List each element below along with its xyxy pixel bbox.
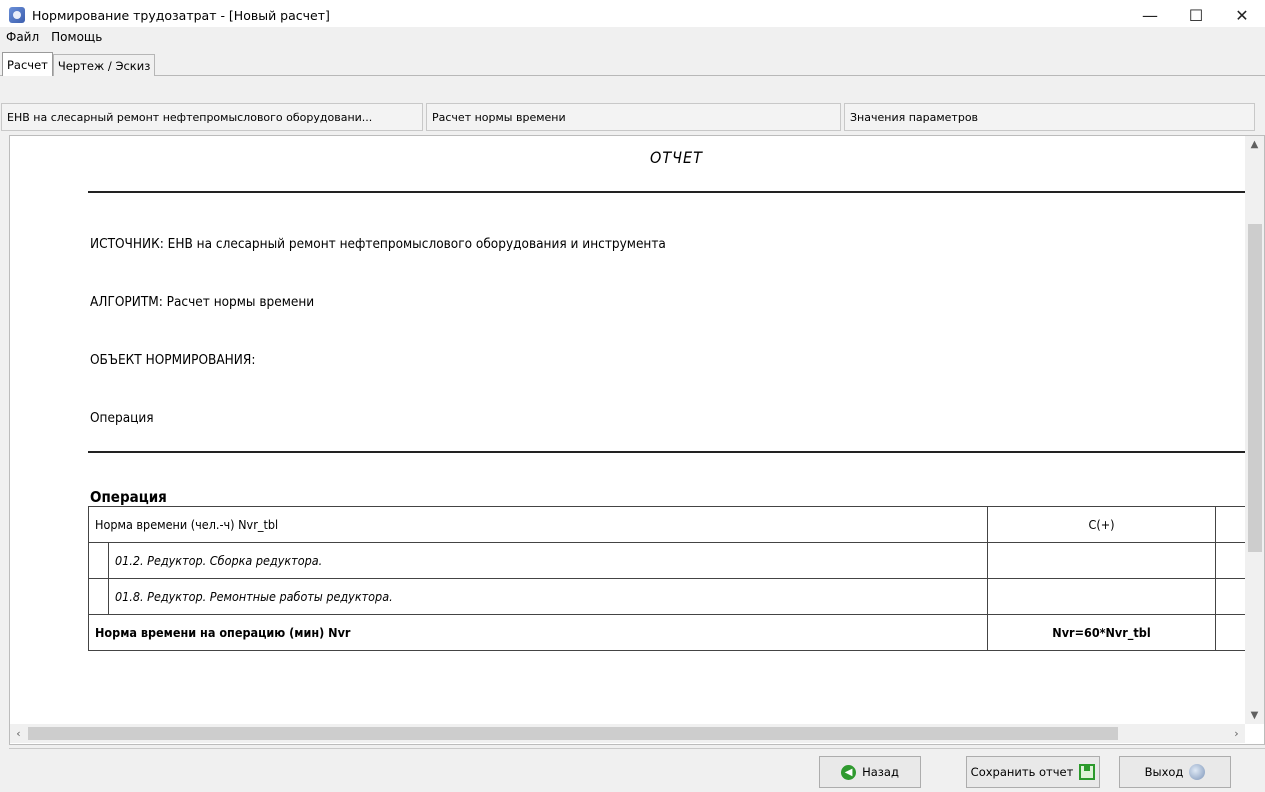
info-panels: ЕНВ на слесарный ремонт нефтепромысловог… xyxy=(1,103,1257,131)
report-source: ИСТОЧНИК: ЕНВ на слесарный ремонт нефтеп… xyxy=(90,236,666,252)
table-indent xyxy=(88,542,109,579)
table-footer-value: Nvr=60*Nvr_tbl xyxy=(987,614,1216,651)
tab-calculation[interactable]: Расчет xyxy=(2,52,53,76)
menu-bar: Файл Помощь xyxy=(0,27,1265,47)
report-object-value: Операция xyxy=(90,410,154,426)
table-footer-row: Норма времени на операцию (мин) Nvr Nvr=… xyxy=(88,614,1245,651)
horizontal-scroll-thumb[interactable] xyxy=(28,727,1118,740)
exit-icon xyxy=(1189,764,1206,780)
table-row-value xyxy=(987,578,1216,615)
app-window: Нормирование трудозатрат - [Новый расчет… xyxy=(0,0,1265,792)
table-indent xyxy=(88,578,109,615)
tab-drawing[interactable]: Чертеж / Эскиз xyxy=(52,54,156,76)
exit-button-label: Выход xyxy=(1144,765,1184,779)
menu-help[interactable]: Помощь xyxy=(45,30,108,44)
table-header-value: C(+) xyxy=(987,506,1216,543)
divider xyxy=(88,191,1245,193)
table-row: 01.2. Редуктор. Сборка редуктора. xyxy=(88,542,1245,579)
algorithm-panel[interactable]: Расчет нормы времени xyxy=(426,103,841,131)
save-disk-icon xyxy=(1079,764,1096,780)
close-button[interactable]: ✕ xyxy=(1219,0,1265,30)
back-button[interactable]: ◀ Назад xyxy=(819,756,921,788)
scroll-up-icon[interactable]: ▲ xyxy=(1245,136,1264,153)
table-footer-label: Норма времени на операцию (мин) Nvr xyxy=(88,614,988,651)
tab-strip-line xyxy=(0,75,1265,76)
report-viewer: ОТЧЕТ ИСТОЧНИК: ЕНВ на слесарный ремонт … xyxy=(9,135,1265,745)
report-content: ОТЧЕТ ИСТОЧНИК: ЕНВ на слесарный ремонт … xyxy=(10,136,1245,724)
table-header-row: Норма времени (чел.-ч) Nvr_tbl C(+) xyxy=(88,506,1245,543)
section-title: Операция xyxy=(90,488,167,506)
table-cell xyxy=(1215,614,1245,651)
table-row: 01.8. Редуктор. Ремонтные работы редукто… xyxy=(88,578,1245,615)
save-button-label: Сохранить отчет xyxy=(970,765,1074,779)
horizontal-scrollbar[interactable]: ‹ › xyxy=(10,724,1245,743)
report-object-label: ОБЪЕКТ НОРМИРОВАНИЯ: xyxy=(90,352,256,368)
table-header-label: Норма времени (чел.-ч) Nvr_tbl xyxy=(88,506,988,543)
operations-table: Норма времени (чел.-ч) Nvr_tbl C(+) 01.2… xyxy=(88,506,1245,651)
params-panel[interactable]: Значения параметров xyxy=(844,103,1255,131)
back-button-label: Назад xyxy=(862,765,899,779)
exit-button[interactable]: Выход xyxy=(1119,756,1231,788)
report-algorithm: АЛГОРИТМ: Расчет нормы времени xyxy=(90,294,315,310)
divider xyxy=(88,451,1245,453)
table-row-value xyxy=(987,542,1216,579)
table-row-label: 01.8. Редуктор. Ремонтные работы редукто… xyxy=(108,578,988,615)
scroll-right-icon[interactable]: › xyxy=(1228,724,1245,743)
report-title: ОТЧЕТ xyxy=(650,148,703,167)
scroll-down-icon[interactable]: ▼ xyxy=(1245,707,1264,724)
source-panel[interactable]: ЕНВ на слесарный ремонт нефтепромысловог… xyxy=(1,103,423,131)
app-icon xyxy=(9,7,25,23)
table-cell xyxy=(1215,542,1245,579)
minimize-button[interactable]: — xyxy=(1127,0,1173,30)
menu-file[interactable]: Файл xyxy=(0,30,45,44)
window-controls: — ☐ ✕ xyxy=(1127,0,1265,30)
vertical-scrollbar[interactable]: ▲ ▼ xyxy=(1245,136,1264,724)
vertical-scroll-thumb[interactable] xyxy=(1248,224,1262,552)
window-title: Нормирование трудозатрат - [Новый расчет… xyxy=(32,7,330,23)
table-cell xyxy=(1215,578,1245,615)
tab-strip: Расчет Чертеж / Эскиз xyxy=(2,52,156,76)
table-cell xyxy=(1215,506,1245,543)
save-report-button[interactable]: Сохранить отчет xyxy=(966,756,1100,788)
scroll-left-icon[interactable]: ‹ xyxy=(10,724,27,743)
back-arrow-icon: ◀ xyxy=(841,764,857,780)
title-bar: Нормирование трудозатрат - [Новый расчет… xyxy=(0,0,1265,30)
bottom-bar: ◀ Назад Сохранить отчет Выход xyxy=(9,748,1265,792)
maximize-button[interactable]: ☐ xyxy=(1173,0,1219,30)
table-row-label: 01.2. Редуктор. Сборка редуктора. xyxy=(108,542,988,579)
